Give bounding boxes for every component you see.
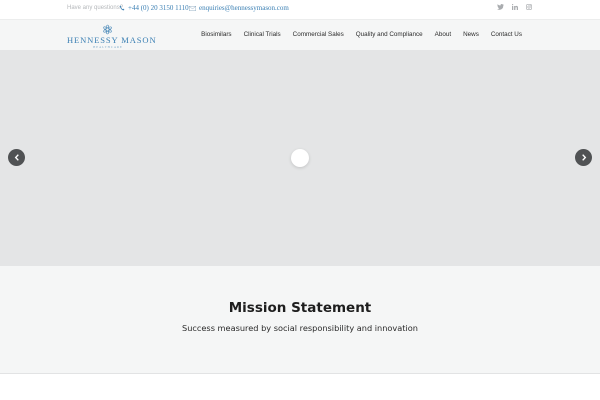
mission-section: Mission Statement Success measured by so… bbox=[0, 266, 600, 374]
logo-name: HENNESSY MASON bbox=[67, 35, 157, 45]
instagram-icon[interactable] bbox=[526, 4, 532, 10]
logo-emblem-icon bbox=[103, 24, 112, 35]
phone-icon bbox=[119, 5, 125, 11]
nav-item-quality-and-compliance[interactable]: Quality and Compliance bbox=[350, 31, 429, 38]
nav-item-about[interactable]: About bbox=[429, 31, 457, 38]
envelope-icon bbox=[189, 5, 196, 11]
email-address: enquiries@hennessymason.com bbox=[199, 4, 289, 12]
slider-prev-button[interactable] bbox=[8, 149, 25, 166]
company-logo[interactable]: HENNESSY MASON HEALTHCARE bbox=[67, 24, 157, 49]
nav-item-biosimilars[interactable]: Biosimilars bbox=[195, 31, 237, 38]
top-bar: Have any questions? +44 (0) 20 3150 1110… bbox=[0, 0, 600, 19]
slider-loading-spinner bbox=[291, 149, 309, 167]
nav-item-contact-us[interactable]: Contact Us bbox=[485, 31, 528, 38]
social-links bbox=[497, 4, 532, 10]
mission-subtitle: Success measured by social responsibilit… bbox=[182, 323, 418, 333]
chevron-right-icon bbox=[581, 154, 586, 161]
nav-item-clinical-trials[interactable]: Clinical Trials bbox=[238, 31, 287, 38]
chevron-left-icon bbox=[14, 154, 19, 161]
mission-title: Mission Statement bbox=[228, 300, 372, 316]
slider-next-button[interactable] bbox=[575, 149, 592, 166]
hero-slider bbox=[0, 50, 600, 266]
nav-item-news[interactable]: News bbox=[457, 31, 485, 38]
nav-item-commercial-sales[interactable]: Commercial Sales bbox=[287, 31, 350, 38]
questions-label: Have any questions? bbox=[67, 5, 124, 11]
logo-subtitle: HEALTHCARE bbox=[93, 45, 123, 49]
site-header: HENNESSY MASON HEALTHCARE Biosimilars Cl… bbox=[0, 19, 600, 50]
main-navigation: Biosimilars Clinical Trials Commercial S… bbox=[195, 31, 528, 38]
email-link[interactable]: enquiries@hennessymason.com bbox=[189, 4, 289, 12]
phone-number: +44 (0) 20 3150 1110 bbox=[128, 4, 189, 12]
twitter-icon[interactable] bbox=[497, 4, 504, 10]
linkedin-icon[interactable] bbox=[512, 4, 518, 10]
phone-link[interactable]: +44 (0) 20 3150 1110 bbox=[119, 4, 189, 12]
